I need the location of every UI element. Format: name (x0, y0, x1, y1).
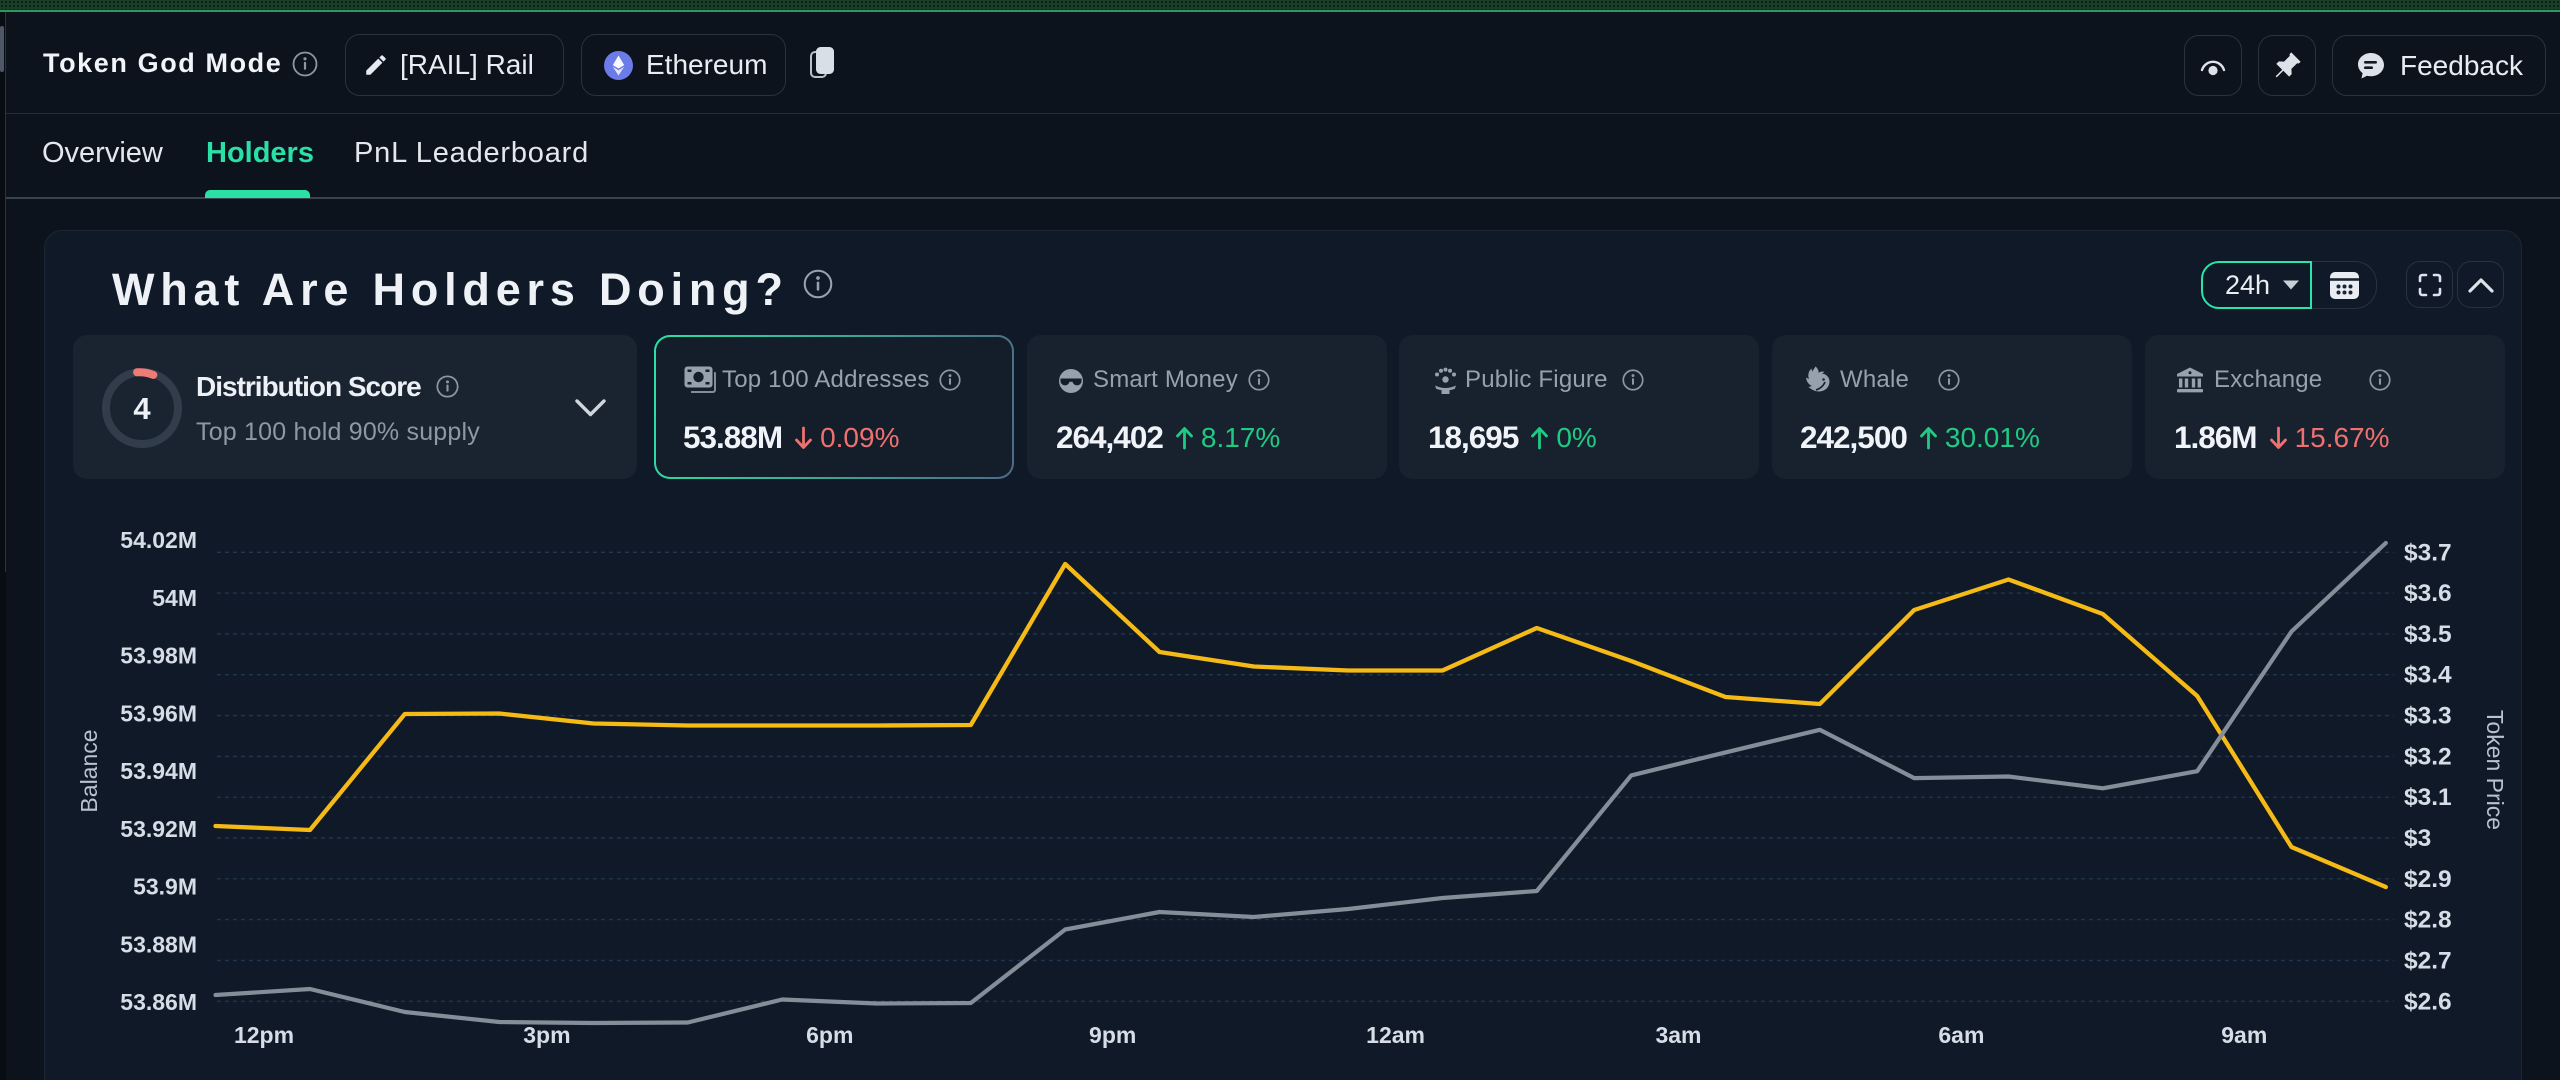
svg-text:3am: 3am (1655, 1022, 1701, 1048)
svg-text:53.9M: 53.9M (133, 874, 197, 900)
svg-text:53.86M: 53.86M (120, 989, 197, 1015)
svg-text:$3: $3 (2404, 825, 2431, 852)
svg-text:$3.5: $3.5 (2404, 621, 2452, 648)
svg-text:$2.9: $2.9 (2404, 866, 2452, 893)
svg-text:Balance: Balance (76, 729, 102, 812)
svg-text:54.02M: 54.02M (120, 527, 197, 553)
svg-text:53.92M: 53.92M (120, 816, 197, 842)
svg-text:$3.4: $3.4 (2404, 662, 2452, 689)
svg-text:9am: 9am (2221, 1022, 2267, 1048)
svg-text:$3.1: $3.1 (2404, 784, 2452, 811)
svg-text:53.96M: 53.96M (120, 700, 197, 726)
svg-text:$3.7: $3.7 (2404, 539, 2452, 566)
svg-text:$2.7: $2.7 (2404, 948, 2452, 975)
svg-text:53.98M: 53.98M (120, 643, 197, 669)
svg-text:6pm: 6pm (806, 1022, 853, 1048)
svg-text:$3.6: $3.6 (2404, 580, 2452, 607)
svg-text:$3.2: $3.2 (2404, 743, 2452, 770)
svg-text:6am: 6am (1938, 1022, 1984, 1048)
svg-text:12am: 12am (1366, 1022, 1425, 1048)
svg-text:Token Price: Token Price (2482, 710, 2508, 830)
svg-text:12pm: 12pm (234, 1022, 294, 1048)
svg-text:54M: 54M (152, 585, 197, 611)
svg-text:9pm: 9pm (1089, 1022, 1136, 1048)
svg-text:53.88M: 53.88M (120, 931, 197, 957)
svg-text:$2.6: $2.6 (2404, 988, 2452, 1015)
svg-text:$3.3: $3.3 (2404, 703, 2452, 730)
svg-text:3pm: 3pm (523, 1022, 570, 1048)
svg-text:53.94M: 53.94M (120, 758, 197, 784)
svg-text:$2.8: $2.8 (2404, 907, 2452, 934)
